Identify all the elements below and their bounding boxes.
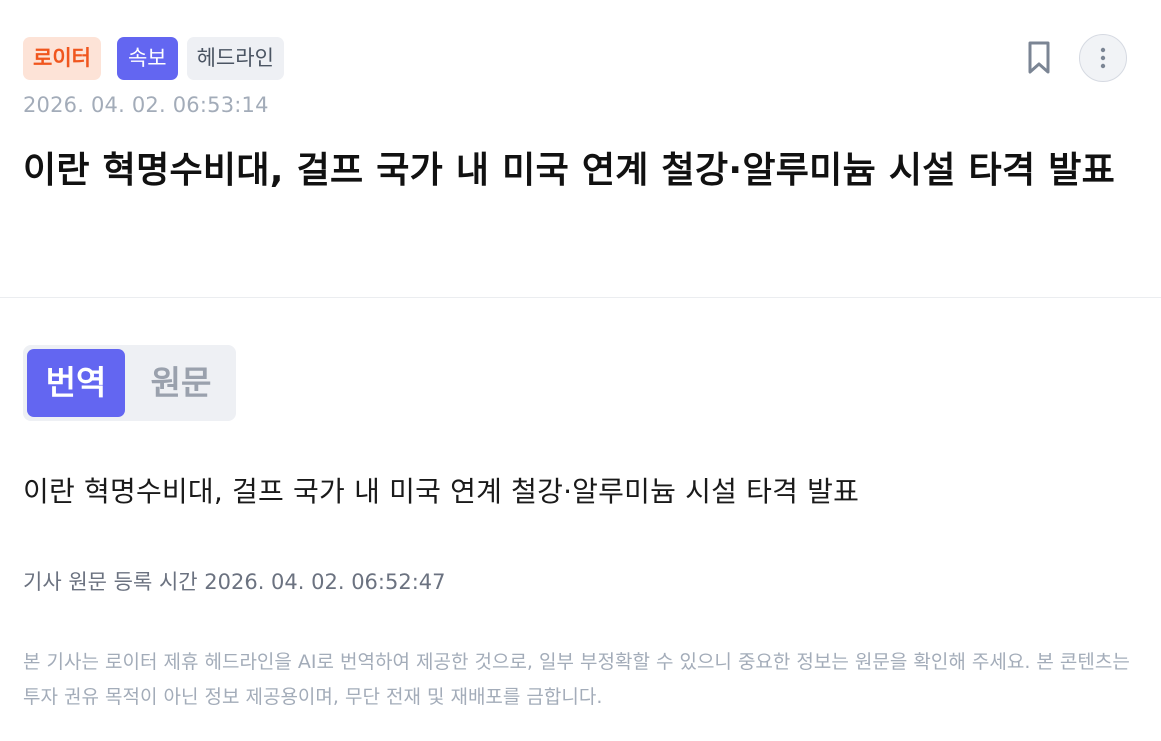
section-divider (0, 297, 1161, 298)
tag-list: 로이터 속보 헤드라인 (23, 37, 284, 80)
source-tag: 로이터 (23, 37, 101, 80)
article-page: 로이터 속보 헤드라인 2026. 04. 02. 06:53:14 이란 혁명… (0, 0, 1161, 741)
ai-translation-disclaimer: 본 기사는 로이터 제휴 헤드라인을 AI로 번역하여 제공한 것으로, 일부 … (23, 651, 1130, 708)
article-title: 이란 혁명수비대, 걸프 국가 내 미국 연계 철강·알루미늄 시설 타격 발표 (23, 150, 1116, 191)
original-registration-time: 기사 원문 등록 시간 2026. 04. 02. 06:52:47 (23, 570, 446, 594)
category-tag: 헤드라인 (186, 37, 284, 80)
language-toggle: 번역 원문 (23, 345, 236, 421)
published-timestamp: 2026. 04. 02. 06:53:14 (23, 93, 269, 117)
tab-original[interactable]: 원문 (131, 349, 231, 417)
translated-headline: 이란 혁명수비대, 걸프 국가 내 미국 연계 철강·알루미늄 시설 타격 발표 (23, 475, 860, 508)
more-vertical-icon (1100, 47, 1106, 69)
bookmark-icon (1028, 41, 1050, 74)
more-options-button[interactable] (1079, 34, 1127, 82)
breaking-tag: 속보 (116, 37, 178, 80)
tab-translation[interactable]: 번역 (27, 349, 125, 417)
bookmark-button[interactable] (1026, 40, 1052, 76)
article-header: 로이터 속보 헤드라인 2026. 04. 02. 06:53:14 이란 혁명… (0, 0, 1161, 298)
